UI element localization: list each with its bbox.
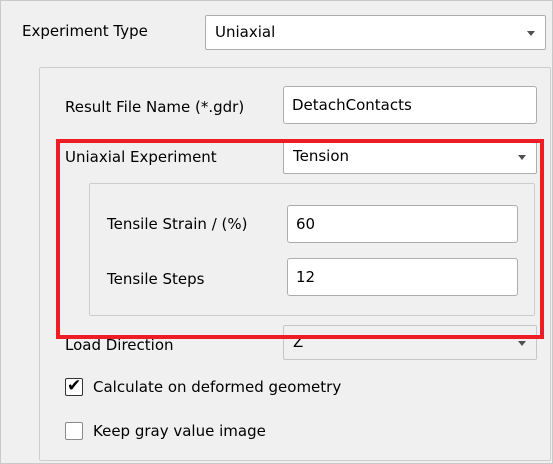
experiment-settings-panel: Experiment Type Uniaxial Result File Nam… [0, 0, 553, 464]
load-direction-value: Z [293, 333, 304, 351]
result-file-input[interactable] [284, 87, 536, 123]
checkmark-icon: ✔ [67, 376, 82, 396]
load-direction-dropdown[interactable]: Z [283, 325, 537, 360]
tensile-strain-field[interactable] [287, 205, 518, 243]
tensile-steps-field[interactable] [287, 258, 518, 296]
load-direction-label: Load Direction [65, 336, 174, 354]
tension-settings-group [89, 183, 535, 316]
keep-gray-checkbox[interactable] [65, 422, 83, 440]
experiment-type-label: Experiment Type [22, 22, 148, 40]
chevron-down-icon [527, 31, 535, 36]
tensile-strain-label: Tensile Strain / (%) [107, 215, 248, 233]
calculate-deformed-checkbox[interactable]: ✔ [65, 376, 83, 396]
uniaxial-experiment-label: Uniaxial Experiment [65, 148, 217, 166]
chevron-down-icon [518, 155, 526, 160]
experiment-type-dropdown[interactable]: Uniaxial [205, 15, 546, 50]
calculate-deformed-label: Calculate on deformed geometry [93, 378, 342, 396]
result-file-field[interactable] [283, 86, 537, 124]
tensile-steps-input[interactable] [288, 259, 517, 295]
result-file-label: Result File Name (*.gdr) [65, 98, 245, 116]
tensile-steps-label: Tensile Steps [107, 270, 205, 288]
keep-gray-label: Keep gray value image [93, 422, 266, 440]
uniaxial-experiment-value: Tension [293, 147, 350, 165]
experiment-type-value: Uniaxial [215, 23, 276, 41]
chevron-down-icon [518, 341, 526, 346]
tensile-strain-input[interactable] [288, 206, 517, 242]
uniaxial-experiment-dropdown[interactable]: Tension [283, 139, 537, 174]
